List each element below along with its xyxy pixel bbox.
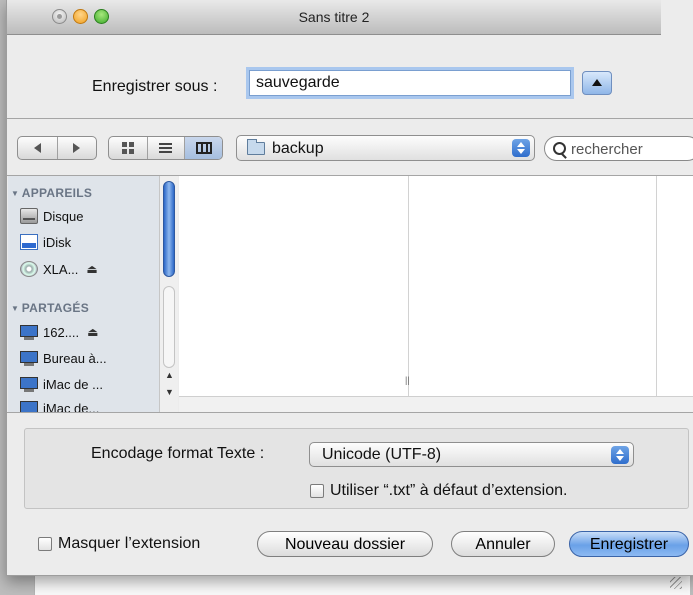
sidebar-item-idisk[interactable]: iDisk <box>20 232 71 252</box>
folder-icon <box>247 139 265 155</box>
sidebar-item-label: iMac de... <box>43 400 100 413</box>
search-icon <box>553 142 566 155</box>
scroll-up-arrow-icon[interactable]: ▲ <box>165 370 174 380</box>
back-forward-buttons <box>17 136 97 160</box>
title-bar: Sans titre 2 <box>7 0 661 35</box>
popup-arrows-icon <box>611 446 629 464</box>
sidebar-section-shared: PARTAGÉS <box>11 301 89 315</box>
sidebar-item-imac-2[interactable]: iMac de... <box>20 398 99 412</box>
cd-icon <box>20 261 38 277</box>
search-field[interactable] <box>544 136 693 161</box>
monitor-icon <box>20 350 38 366</box>
view-mode-buttons <box>108 136 223 160</box>
forward-button[interactable] <box>56 137 96 159</box>
window-title: Sans titre 2 <box>298 9 370 25</box>
list-view-button[interactable] <box>146 137 185 159</box>
cancel-button[interactable]: Annuler <box>451 531 555 557</box>
back-button[interactable] <box>18 137 57 159</box>
back-arrow-icon <box>33 143 41 153</box>
sidebar-item-disque[interactable]: Disque <box>20 206 83 226</box>
sidebar-item-imac-1[interactable]: iMac de ... <box>20 374 103 394</box>
divider <box>7 118 693 119</box>
scroll-down-arrow-icon[interactable]: ▼ <box>165 387 174 397</box>
expand-dialog-button[interactable] <box>582 71 612 95</box>
folder-location-popup[interactable]: backup <box>236 135 535 161</box>
sidebar-item-xla[interactable]: XLA... ⏏ <box>20 259 98 279</box>
sidebar: APPAREILS Disque iDisk XLA... ⏏ PARTAGÉS… <box>8 176 159 412</box>
search-input[interactable] <box>569 139 693 159</box>
sidebar-item-bureau[interactable]: Bureau à... <box>20 348 107 368</box>
sidebar-item-label: iDisk <box>43 234 72 250</box>
scroll-track[interactable] <box>163 286 175 368</box>
folder-label: backup <box>272 140 324 157</box>
sidebar-item-label: XLA... <box>43 261 79 277</box>
hard-disk-icon <box>20 208 38 224</box>
popup-arrows-icon <box>512 139 530 157</box>
sidebar-item-label: Bureau à... <box>43 350 107 366</box>
monitor-icon <box>20 324 38 340</box>
eject-icon[interactable]: ⏏ <box>87 325 98 339</box>
sidebar-item-label: iMac de ... <box>43 376 103 392</box>
sidebar-section-devices: APPAREILS <box>11 186 92 200</box>
filename-input[interactable] <box>249 70 571 96</box>
encoding-value: Unicode (UTF-8) <box>322 446 442 463</box>
save-button[interactable]: Enregistrer <box>569 531 689 557</box>
eject-icon[interactable]: ⏏ <box>86 262 97 276</box>
encoding-label: Encodage format Texte : <box>91 445 265 462</box>
save-dialog: Sans titre 2 Enregistrer sous : backup A… <box>6 0 693 576</box>
icon-view-button[interactable] <box>109 137 147 159</box>
scroll-thumb[interactable] <box>163 181 175 277</box>
monitor-icon <box>20 400 38 412</box>
column-view-button[interactable] <box>184 137 222 159</box>
txt-extension-label: Utiliser “.txt” à défaut d’extension. <box>330 482 568 499</box>
idisk-icon <box>20 234 38 250</box>
column-browser[interactable]: || <box>179 176 693 412</box>
sidebar-item-label: Disque <box>43 208 84 224</box>
new-folder-button[interactable]: Nouveau dossier <box>257 531 433 557</box>
monitor-icon <box>20 376 38 392</box>
divider <box>7 412 693 413</box>
hide-extension-checkbox[interactable] <box>38 537 52 551</box>
resize-grip-icon[interactable] <box>670 577 682 589</box>
grid-icon <box>121 142 134 154</box>
column-divider[interactable] <box>656 176 657 396</box>
horizontal-scrollbar[interactable] <box>179 396 693 412</box>
hide-extension-label: Masquer l’extension <box>58 535 201 552</box>
forward-arrow-icon <box>73 143 81 153</box>
columns-icon <box>195 142 212 154</box>
save-as-label: Enregistrer sous : <box>92 78 218 95</box>
sidebar-item-162[interactable]: 162.... ⏏ <box>20 322 98 342</box>
encoding-popup[interactable]: Unicode (UTF-8) <box>309 442 634 467</box>
sidebar-scrollbar[interactable]: ▲ ▼ <box>159 176 178 412</box>
txt-extension-checkbox[interactable] <box>310 484 324 498</box>
column-resize-grip-icon[interactable]: || <box>405 375 410 385</box>
list-icon <box>159 142 173 154</box>
column-divider[interactable] <box>408 176 409 396</box>
sidebar-item-label: 162.... <box>43 324 80 340</box>
